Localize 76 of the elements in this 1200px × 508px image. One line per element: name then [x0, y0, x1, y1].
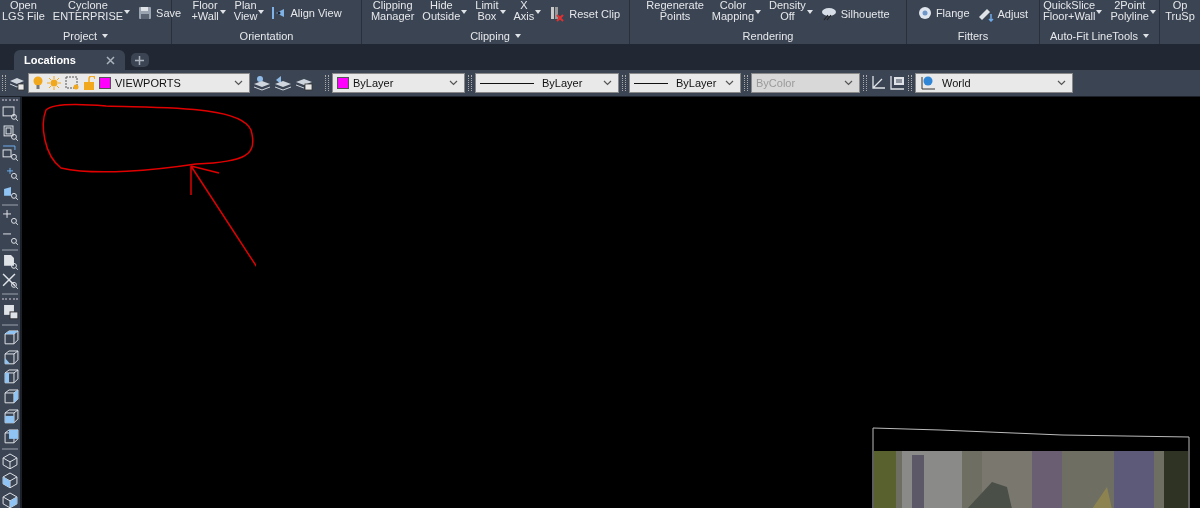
cloud-lines-icon — [820, 6, 837, 22]
chevron-icon — [844, 80, 853, 86]
view-cube-icon[interactable] — [1, 388, 19, 405]
zoom-tool-icon[interactable] — [1, 124, 19, 142]
ribbon-button[interactable]: QuickSlice Floor+Wall — [1043, 0, 1096, 22]
view-cube-icon[interactable] — [1, 368, 19, 386]
ribbon-button[interactable]: Clipping Manager — [370, 0, 415, 22]
light-bulb-icon — [33, 76, 43, 90]
panel-title: Orientation — [239, 29, 294, 42]
iso-view-icon[interactable] — [1, 472, 19, 490]
flange-disc-icon — [917, 6, 932, 20]
lineweight-dropdown[interactable]: ByLayer — [629, 73, 741, 93]
color-swatch-icon — [99, 77, 111, 89]
ribbon-button[interactable]: Silhouette — [820, 6, 890, 22]
linetype-dropdown[interactable]: ByLayer — [475, 73, 619, 93]
chevron-icon — [1057, 80, 1066, 86]
layer-dropdown[interactable]: VIEWPORTS — [28, 73, 250, 93]
view-cube-icon[interactable] — [1, 328, 19, 346]
view-cube-icon[interactable] — [1, 427, 19, 445]
ucs-dropdown[interactable]: World — [915, 73, 1073, 93]
ribbon-button[interactable]: X Axis — [513, 0, 535, 22]
named-views-icon[interactable] — [1, 304, 19, 321]
ribbon-button[interactable]: Adjust — [977, 6, 1029, 22]
ribbon-button[interactable]: Cyclone ENTERPRISE — [52, 0, 124, 22]
panel-title: Clipping — [470, 29, 510, 42]
eye-view-icon — [272, 6, 287, 20]
chevron-icon — [603, 80, 612, 86]
zoom-tool-icon[interactable] — [1, 144, 19, 162]
close-icon[interactable] — [105, 55, 115, 65]
ribbon-button[interactable]: Reset Clip — [549, 6, 621, 22]
iso-view-icon[interactable] — [1, 492, 19, 508]
layer-match-icon[interactable] — [253, 75, 271, 91]
clip-reset-icon — [549, 6, 566, 22]
panel-title: Fitters — [957, 29, 989, 42]
layer-previous-icon[interactable] — [274, 75, 292, 91]
zoom-tool-icon[interactable] — [1, 105, 19, 122]
ribbon-button[interactable]: Align View — [272, 6, 342, 20]
unlocked-padlock-icon — [83, 76, 95, 90]
ribbon-button[interactable]: Floor +Wall — [191, 0, 219, 22]
ribbon-button[interactable]: Plan View — [233, 0, 258, 22]
chevron-icon — [234, 80, 243, 86]
pipe-adjust-icon — [977, 6, 994, 22]
ucs-axes-icon[interactable] — [870, 75, 886, 91]
ribbon-button[interactable]: Color Mapping — [711, 0, 755, 22]
ribbon-button[interactable]: Limit Box — [475, 0, 499, 22]
color-swatch-icon — [337, 77, 349, 89]
ribbon-button[interactable]: Op TruSp — [1165, 0, 1195, 22]
zoom-tool-icon[interactable] — [1, 184, 19, 201]
ribbon-button[interactable]: Open LGS File — [2, 0, 45, 22]
viewport-freeze-icon — [65, 76, 79, 90]
layer-stack-icon[interactable] — [9, 75, 25, 91]
ribbon-button[interactable]: Hide Outside — [422, 0, 461, 22]
zoom-tool-icon[interactable] — [1, 208, 19, 226]
layer-name: VIEWPORTS — [115, 77, 182, 89]
panel-title: Auto-Fit LineTools — [1049, 29, 1138, 42]
ribbon-button[interactable]: 2Point Polyline — [1110, 0, 1149, 22]
view-cube-icon[interactable] — [1, 348, 19, 366]
ribbon-button[interactable]: Save — [138, 6, 182, 20]
sun-icon — [47, 76, 61, 90]
panel-title: Project — [62, 29, 98, 42]
ribbon-button[interactable]: Regenerate Points — [646, 0, 704, 22]
ucs-world-icon — [920, 75, 936, 91]
view-cube-icon[interactable] — [1, 408, 19, 425]
chevron-icon — [449, 80, 458, 86]
ribbon-button[interactable]: Density Off — [769, 0, 806, 22]
new-tab-button[interactable] — [130, 53, 149, 67]
color-dropdown[interactable]: ByLayer — [332, 73, 465, 93]
iso-view-icon[interactable] — [1, 452, 19, 470]
ribbon-button[interactable]: Flange — [917, 6, 970, 20]
plus-icon — [135, 55, 145, 65]
panel-title: Rendering — [742, 29, 794, 42]
document-tab[interactable]: Locations — [14, 50, 125, 70]
chevron-icon — [725, 80, 734, 86]
zoom-tool-icon[interactable] — [1, 273, 19, 291]
ucs-manager-icon[interactable] — [889, 75, 905, 91]
zoom-tool-icon[interactable] — [1, 253, 19, 271]
